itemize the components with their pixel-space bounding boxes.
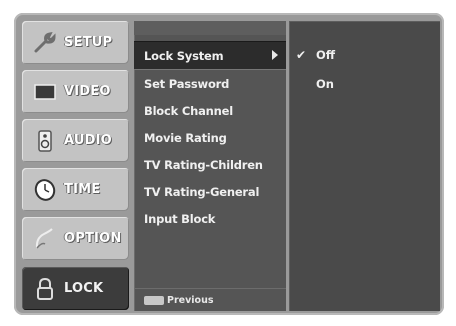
menu-item-label: Input Block [144, 211, 216, 226]
menu-item-label: Lock System [144, 48, 224, 63]
previous-label: Previous [167, 294, 214, 306]
option-off[interactable]: ✔ Off [289, 41, 440, 68]
category-video[interactable]: VIDEO [22, 70, 129, 113]
menu-item-tv-rating-general[interactable]: TV Rating-General [134, 178, 286, 205]
wrench-icon [32, 30, 58, 56]
category-time[interactable]: TIME [22, 168, 129, 211]
osd-menu-frame: SETUP VIDEO AUDIO TIME OPTION LOCK Lock … [14, 13, 444, 315]
submenu-top-bar [134, 21, 286, 35]
menu-item-lock-system[interactable]: Lock System [134, 41, 286, 70]
menu-item-movie-rating[interactable]: Movie Rating [134, 124, 286, 151]
category-setup[interactable]: SETUP [22, 21, 129, 64]
option-on[interactable]: On [289, 70, 440, 97]
lock-submenu-panel: Lock System Set Password Block Channel M… [134, 21, 286, 311]
lock-system-options-panel: ✔ Off On [289, 21, 440, 311]
option-label: Off [316, 47, 336, 62]
menu-item-label: Set Password [144, 76, 230, 91]
speaker-icon [32, 128, 58, 154]
menu-item-block-channel[interactable]: Block Channel [134, 97, 286, 124]
option-icon [32, 226, 58, 252]
category-label: SETUP [64, 35, 113, 50]
category-label: TIME [64, 182, 101, 197]
menu-item-tv-rating-children[interactable]: TV Rating-Children [134, 151, 286, 178]
menu-item-label: Movie Rating [144, 130, 227, 145]
category-column: SETUP VIDEO AUDIO TIME OPTION LOCK [22, 21, 129, 311]
category-label: OPTION [64, 231, 122, 246]
previous-hint[interactable]: Previous [134, 288, 286, 311]
category-label: AUDIO [64, 133, 112, 148]
menu-item-label: Block Channel [144, 103, 233, 118]
menu-item-label: TV Rating-Children [144, 157, 263, 172]
category-audio[interactable]: AUDIO [22, 119, 129, 162]
tv-screen-icon [32, 79, 58, 105]
category-option[interactable]: OPTION [22, 217, 129, 260]
menu-item-input-block[interactable]: Input Block [134, 205, 286, 232]
padlock-icon [32, 276, 58, 302]
menu-item-label: TV Rating-General [144, 184, 260, 199]
category-lock[interactable]: LOCK [22, 267, 129, 310]
menu-key-icon [144, 295, 164, 305]
category-label: LOCK [64, 281, 104, 296]
chevron-right-icon [272, 50, 278, 60]
menu-item-set-password[interactable]: Set Password [134, 70, 286, 97]
category-label: VIDEO [64, 84, 111, 99]
checkmark-icon: ✔ [296, 47, 307, 62]
option-label: On [316, 76, 334, 91]
clock-icon [32, 177, 58, 203]
